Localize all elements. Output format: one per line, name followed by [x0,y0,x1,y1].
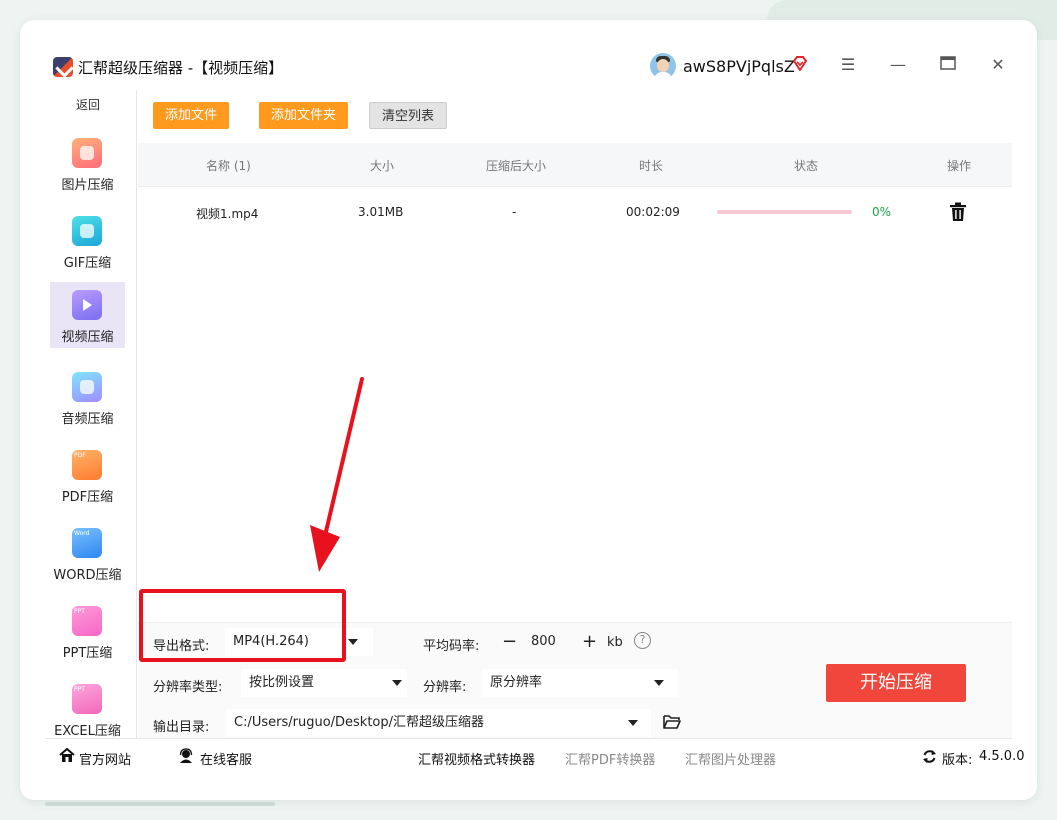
compressed-size: - [512,205,517,219]
sidebar-item-label: PPT压缩 [62,646,113,661]
trash-icon[interactable] [949,202,967,222]
sidebar-item-video[interactable]: 视频压缩 [50,282,125,348]
output-dir-select[interactable]: C:/Users/ruguo/Desktop/汇帮超级压缩器 [226,709,651,737]
column-header-status: 状态 [794,159,819,173]
maximize-icon[interactable] [937,54,959,76]
sidebar-item-audio[interactable]: 音频压缩 [50,364,125,430]
ppt-compress-icon: PPT [72,606,102,636]
column-header-duration: 时长 [639,159,664,173]
file-duration: 00:02:09 [626,205,680,219]
sidebar-item-label: EXCEL压缩 [54,724,121,739]
folder-open-icon[interactable] [663,714,681,729]
resolution-type-select[interactable]: 按比例设置 [241,669,407,697]
back-link[interactable]: 返回 [45,96,131,113]
home-icon[interactable] [59,748,75,763]
image-compress-icon [72,138,102,168]
chevron-down-icon[interactable] [392,680,402,686]
sidebar-item-label: WORD压缩 [53,568,122,583]
menu-icon[interactable]: ☰ [837,54,859,76]
bitrate-decrease-button[interactable]: − [502,633,517,651]
sidebar: 返回 图片压缩 GIF压缩 视频压缩 音频压缩 PDF PDF压缩 Word W… [45,90,137,739]
bitrate-label: 平均码率: [423,639,480,654]
word-compress-icon: Word [72,528,102,558]
bitrate-input[interactable]: 800 [523,628,578,656]
sidebar-item-label: PDF压缩 [61,490,114,505]
column-header-name: 名称 (1) [206,159,251,173]
annotation-arrow [310,377,364,572]
column-header-action: 操作 [947,159,972,173]
progress-bar [717,210,852,214]
sidebar-item-pdf[interactable]: PDF PDF压缩 [50,442,125,508]
file-name: 视频1.mp4 [196,207,259,221]
sidebar-item-excel[interactable]: PPT EXCEL压缩 [50,676,125,742]
background-bar [45,802,275,806]
official-website-link[interactable]: 官方网站 [79,749,131,768]
chevron-down-icon[interactable] [654,680,664,686]
bitrate-unit: kb [607,635,623,650]
minimize-icon[interactable]: — [887,54,909,76]
sidebar-item-label: GIF压缩 [63,256,112,271]
username[interactable]: awS8PVjPqlsZ [683,57,795,76]
table-header: 名称 (1) 大小 压缩后大小 时长 状态 操作 [138,143,1012,187]
output-dir-label: 输出目录: [153,720,210,735]
sidebar-item-ppt[interactable]: PPT PPT压缩 [50,598,125,664]
sidebar-item-gif[interactable]: GIF压缩 [50,208,125,274]
sidebar-item-label: 图片压缩 [61,178,114,193]
pdf-converter-link[interactable]: 汇帮PDF转换器 [565,749,655,768]
start-compress-button[interactable]: 开始压缩 [826,664,966,702]
image-processor-link[interactable]: 汇帮图片处理器 [685,749,776,768]
resolution-select[interactable]: 原分辨率 [482,669,678,697]
app-window: 汇帮超级压缩器 -【视频压缩】 awS8PVjPqlsZ ☰ — ✕ 返回 图片… [20,20,1037,800]
pdf-compress-icon: PDF [72,450,102,480]
refresh-icon[interactable] [922,749,937,764]
file-size: 3.01MB [358,205,404,219]
resolution-type-value: 按比例设置 [249,675,315,690]
sidebar-item-word[interactable]: Word WORD压缩 [50,520,125,586]
audio-compress-icon [72,372,102,402]
chevron-down-icon[interactable] [628,720,638,726]
add-folder-button[interactable]: 添加文件夹 [259,102,349,129]
resolution-label: 分辨率: [423,680,467,695]
close-icon[interactable]: ✕ [987,54,1009,76]
clear-list-button[interactable]: 清空列表 [369,102,448,129]
title-bar: 汇帮超级压缩器 -【视频压缩】 awS8PVjPqlsZ ☰ — ✕ [20,20,1037,90]
customer-service-icon[interactable] [178,748,194,763]
gif-compress-icon [72,216,102,246]
online-support-link[interactable]: 在线客服 [200,749,252,768]
progress-percent: 0% [872,205,892,219]
resolution-type-label: 分辨率类型: [153,680,223,695]
chevron-down-icon[interactable] [348,639,358,645]
vip-diamond-icon[interactable] [791,55,809,73]
bitrate-value: 800 [531,634,556,649]
column-header-size: 大小 [370,159,395,173]
bitrate-increase-button[interactable]: + [582,633,597,651]
video-compress-icon [72,290,102,320]
avatar[interactable] [650,53,676,79]
excel-compress-icon: PPT [72,684,102,714]
app-title: 汇帮超级压缩器 -【视频压缩】 [78,59,284,77]
sidebar-item-label: 音频压缩 [61,412,114,427]
version-label: 版本: [942,753,973,768]
sidebar-item-label: 视频压缩 [61,330,114,345]
footer: 官方网站 在线客服 汇帮视频格式转换器 汇帮PDF转换器 汇帮图片处理器 版本:… [45,738,1024,774]
column-header-compressed-size: 压缩后大小 [486,159,547,173]
annotation-highlight-box [139,589,346,662]
video-converter-link[interactable]: 汇帮视频格式转换器 [418,749,535,768]
help-icon[interactable]: ? [634,632,651,649]
sidebar-item-image[interactable]: 图片压缩 [50,130,125,196]
app-logo-icon [53,57,73,77]
output-dir-value: C:/Users/ruguo/Desktop/汇帮超级压缩器 [234,715,485,730]
resolution-value: 原分辨率 [490,675,543,690]
version-value: 4.5.0.0 [979,749,1025,764]
add-file-button[interactable]: 添加文件 [153,102,230,129]
